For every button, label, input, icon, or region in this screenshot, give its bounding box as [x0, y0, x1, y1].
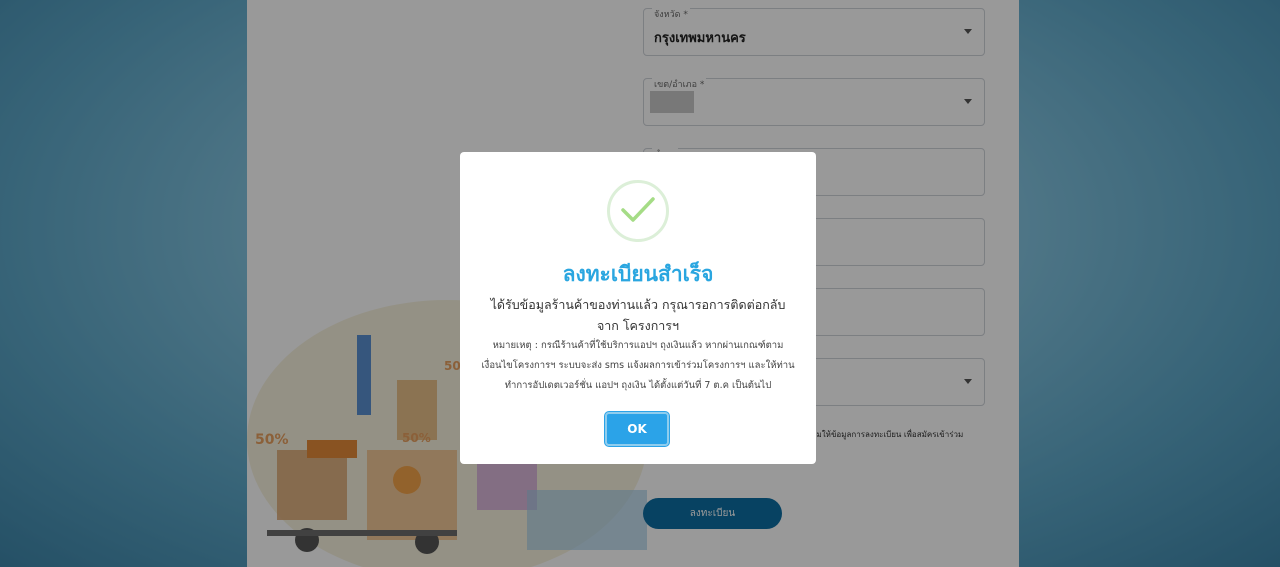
- dialog-note-line-1: หมายเหตุ : กรณีร้านค้าที่ใช้บริการแอปฯ ถ…: [492, 340, 784, 351]
- dialog-message: ได้รับข้อมูลร้านค้าของท่านแล้ว กรุณารอกา…: [490, 297, 786, 333]
- dialog-note: หมายเหตุ : กรณีร้านค้าที่ใช้บริการแอปฯ ถ…: [480, 336, 796, 396]
- dialog-note-line-3: ทำการอัปเดตเวอร์ชั่น แอปฯ ถุงเงิน ได้ตั้…: [504, 380, 772, 391]
- dialog-note-line-2: เงื่อนไขโครงการฯ ระบบจะส่ง sms แจ้งผลการ…: [481, 360, 795, 371]
- dialog-title: ลงทะเบียนสำเร็จ: [562, 262, 714, 286]
- ok-button[interactable]: OK: [605, 412, 669, 446]
- check-icon: [621, 197, 655, 222]
- success-icon-circle: [607, 180, 669, 242]
- success-dialog: ลงทะเบียนสำเร็จ ได้รับข้อมูลร้านค้าของท่…: [460, 152, 816, 464]
